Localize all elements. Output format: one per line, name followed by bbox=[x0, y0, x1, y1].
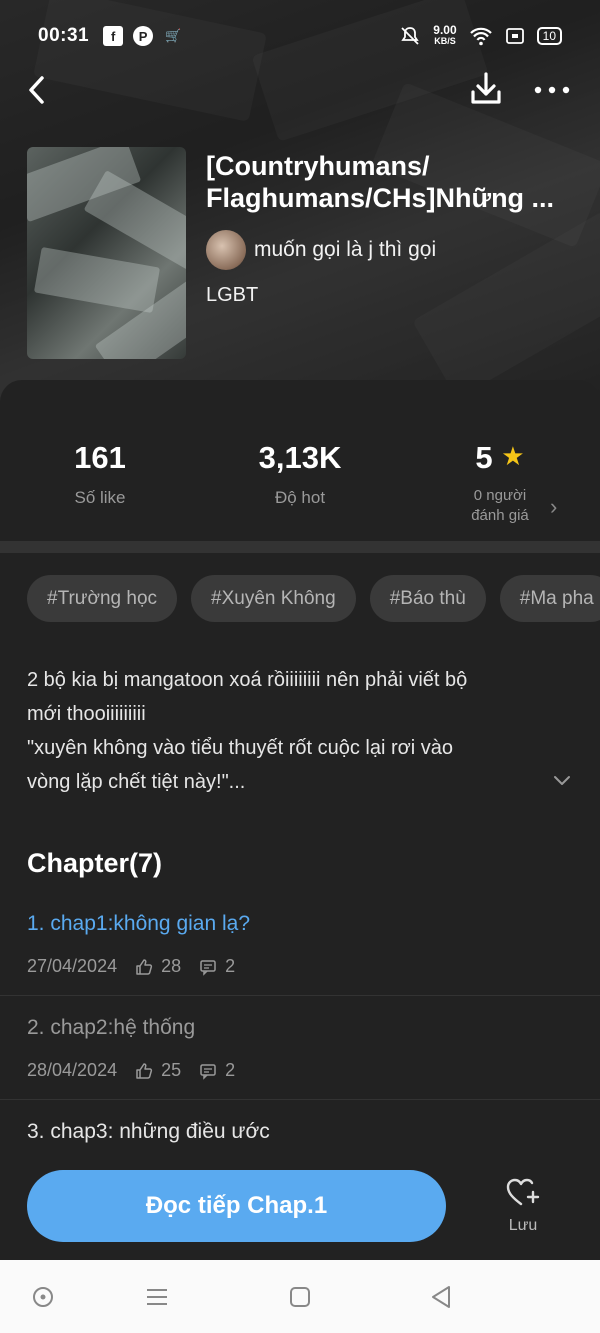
chevron-right-icon[interactable]: › bbox=[550, 494, 557, 520]
system-navigation-bar bbox=[0, 1260, 600, 1333]
chapter-likes: 25 bbox=[161, 1060, 182, 1080]
chapter-row[interactable]: 1. chap1:không gian lạ? 27/04/2024 28 2 bbox=[0, 912, 600, 996]
save-label: Lưu bbox=[508, 1217, 538, 1234]
shop-icon: 🛒 bbox=[165, 28, 182, 43]
assistant-circle-icon[interactable] bbox=[30, 1284, 56, 1310]
hot-stat: 3,13K Độ hot bbox=[258, 440, 342, 507]
save-button[interactable]: Lưu bbox=[495, 1176, 551, 1235]
avatar[interactable] bbox=[206, 230, 246, 270]
book-cover bbox=[27, 147, 186, 359]
chapter-title[interactable]: 1. chap1:không gian lạ? bbox=[27, 912, 250, 936]
mute-icon bbox=[401, 27, 419, 45]
wifi-icon bbox=[469, 27, 492, 46]
back-triangle-icon[interactable] bbox=[428, 1284, 454, 1310]
tag-list: #Trường học #Xuyên Không #Báo thù #Ma ph… bbox=[27, 575, 600, 622]
chapter-title[interactable]: 3. chap3: những điều ước bbox=[27, 1120, 270, 1144]
chapter-meta: 27/04/2024 28 2 bbox=[27, 956, 235, 977]
pinterest-icon: P bbox=[133, 26, 154, 46]
chapter-row[interactable]: 2. chap2:hệ thống 28/04/2024 25 2 bbox=[0, 1016, 600, 1100]
chapter-list-header: Chapter(7) bbox=[27, 848, 163, 878]
bottom-action-bar: Đọc tiếp Chap.1 Lưu bbox=[0, 1152, 600, 1260]
thumbs-up-icon bbox=[136, 1062, 153, 1079]
chapter-comments: 2 bbox=[225, 1060, 236, 1080]
back-arrow-icon[interactable] bbox=[22, 70, 56, 110]
chapter-comments: 2 bbox=[225, 956, 236, 976]
chapter-title[interactable]: 2. chap2:hệ thống bbox=[27, 1016, 195, 1040]
continue-reading-button[interactable]: Đọc tiếp Chap.1 bbox=[27, 1170, 446, 1242]
author-row[interactable]: muốn gọi là j thì gọi bbox=[206, 230, 436, 270]
tag-chip[interactable]: #Trường học bbox=[27, 575, 178, 622]
heart-plus-icon bbox=[506, 1178, 540, 1206]
chapter-row[interactable]: 3. chap3: những điều ước bbox=[0, 1120, 600, 1152]
stats-row: 161 Số like 3,13K Độ hot 5 ★ 0 người đán… bbox=[0, 420, 600, 540]
rating-stat[interactable]: 5 ★ 0 người đánh giá bbox=[400, 440, 600, 526]
chapter-likes: 28 bbox=[161, 956, 182, 976]
comment-icon bbox=[200, 959, 216, 976]
home-square-icon[interactable] bbox=[287, 1284, 313, 1310]
screen-record-icon bbox=[505, 28, 524, 44]
battery-indicator: 10 bbox=[536, 27, 562, 45]
star-icon: ★ bbox=[501, 441, 525, 471]
more-options-icon[interactable] bbox=[532, 74, 572, 106]
download-icon[interactable] bbox=[468, 70, 504, 110]
thumbs-up-icon bbox=[136, 958, 153, 975]
chevron-down-icon[interactable] bbox=[552, 770, 572, 790]
tag-chip[interactable]: #Xuyên Không bbox=[191, 575, 356, 622]
chapter-date: 27/04/2024 bbox=[27, 956, 118, 976]
author-name[interactable]: muốn gọi là j thì gọi bbox=[254, 238, 436, 262]
genre-label[interactable]: LGBT bbox=[206, 284, 258, 307]
section-divider bbox=[0, 541, 600, 553]
tag-chip[interactable]: #Báo thù bbox=[369, 575, 486, 622]
status-bar: 00:31 f P 🛒 9.00 KB/S 10 bbox=[0, 0, 600, 72]
facebook-icon: f bbox=[103, 26, 124, 46]
menu-icon[interactable] bbox=[144, 1284, 170, 1310]
network-speed: 9.00 KB/S bbox=[433, 23, 457, 46]
chapter-meta: 28/04/2024 25 2 bbox=[27, 1060, 235, 1081]
comment-icon bbox=[200, 1063, 216, 1080]
tag-chip[interactable]: #Ma pha bbox=[499, 575, 600, 622]
likes-stat: 161 Số like bbox=[74, 440, 126, 507]
chapter-date: 28/04/2024 bbox=[27, 1060, 118, 1080]
book-title: [Countryhumans/ Flaghumans/CHs]Những ... bbox=[206, 151, 555, 213]
book-description: 2 bộ kia bị mangatoon xoá rồiiiiiiii nên… bbox=[27, 669, 468, 793]
top-navigation bbox=[0, 70, 600, 110]
status-time: 00:31 bbox=[38, 25, 90, 46]
